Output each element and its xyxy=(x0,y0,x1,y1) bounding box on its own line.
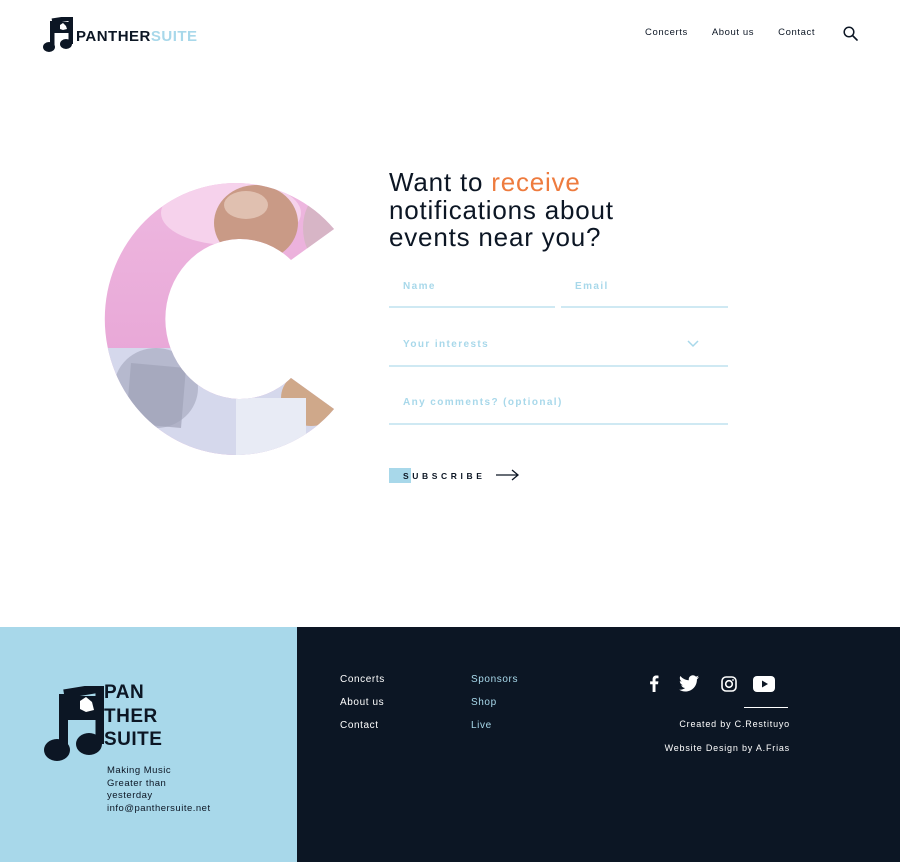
footer-music-note-logo-icon xyxy=(44,686,104,761)
footer-link-contact[interactable]: Contact xyxy=(340,719,385,742)
logo-text: PANTHERSUITE xyxy=(76,27,198,45)
nav-about-us[interactable]: About us xyxy=(712,27,754,38)
comments-placeholder: Any comments? (optional) xyxy=(403,397,563,408)
headline-accent: receive xyxy=(491,167,581,197)
arrow-right-icon xyxy=(496,469,520,481)
twitter-icon[interactable] xyxy=(679,675,699,696)
name-placeholder: Name xyxy=(403,281,436,292)
comments-field[interactable]: Any comments? (optional) xyxy=(389,391,728,425)
footer-link-live[interactable]: Live xyxy=(471,719,518,742)
footer-logo-text: PAN THER SUITE xyxy=(104,682,163,750)
email-field[interactable]: Email xyxy=(561,274,728,308)
credit-design-by: Website Design by A.Frias xyxy=(664,743,790,753)
nav-concerts[interactable]: Concerts xyxy=(645,27,688,38)
footer-nav-col-2: Sponsors Shop Live xyxy=(471,673,518,742)
subscribe-label: SUBSCRIBE xyxy=(403,471,486,481)
page: PANTHERSUITE Concerts About us Contact W… xyxy=(0,0,900,862)
logo[interactable]: PANTHERSUITE xyxy=(43,17,198,53)
footer-email-link[interactable]: info@panthersuite.net xyxy=(107,803,211,816)
youtube-icon[interactable] xyxy=(753,675,775,696)
hero-c-image xyxy=(104,183,334,455)
instagram-icon[interactable] xyxy=(721,675,737,696)
chevron-down-icon[interactable] xyxy=(687,340,699,348)
footer-link-sponsors[interactable]: Sponsors xyxy=(471,673,518,696)
main-nav: Concerts About us Contact xyxy=(645,27,815,38)
social-links xyxy=(649,675,775,696)
footer-nav-col-1: Concerts About us Contact xyxy=(340,673,385,742)
credit-created-by: Created by C.Restituyo xyxy=(679,719,790,729)
footer-tagline: Making Music Greater than yesterday info… xyxy=(107,765,211,816)
footer-link-shop[interactable]: Shop xyxy=(471,696,518,719)
footer-link-about-us[interactable]: About us xyxy=(340,696,385,719)
form-headline: Want to receive notifications about even… xyxy=(389,167,614,252)
footer-links-panel xyxy=(297,627,900,862)
name-field[interactable]: Name xyxy=(389,274,555,308)
footer-divider xyxy=(744,707,788,708)
music-note-logo-icon xyxy=(43,17,73,52)
footer-link-concerts[interactable]: Concerts xyxy=(340,673,385,696)
interests-placeholder: Your interests xyxy=(403,339,490,350)
subscribe-button[interactable]: SUBSCRIBE xyxy=(389,468,529,484)
search-icon[interactable] xyxy=(843,26,858,41)
facebook-icon[interactable] xyxy=(649,675,661,696)
email-placeholder: Email xyxy=(575,281,609,292)
nav-contact[interactable]: Contact xyxy=(778,27,815,38)
interests-select[interactable]: Your interests xyxy=(389,333,728,367)
